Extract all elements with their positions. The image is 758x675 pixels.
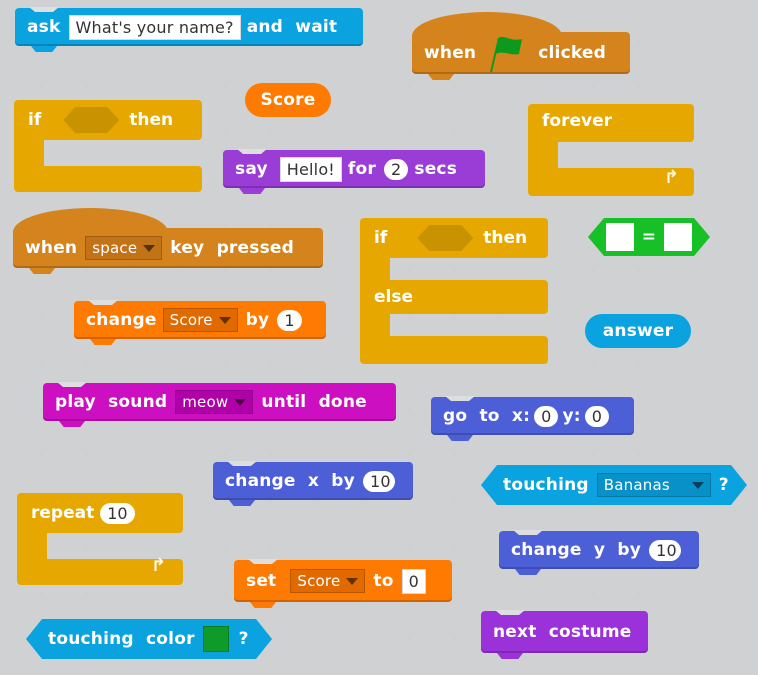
block-label: then [129,110,174,130]
change-x-input[interactable]: 10 [362,470,395,492]
block-label: when [25,238,78,258]
block-label: change x by [225,471,355,491]
dropdown-value: space [92,239,138,257]
block-label: ? [718,475,729,495]
dropdown-arrow-icon [692,482,704,489]
c-block-arm [528,140,558,170]
key-dropdown[interactable]: space [85,236,163,260]
block-label: repeat [31,503,95,523]
change-x-block[interactable]: change x by 10 [213,462,413,500]
score-variable-reporter[interactable]: Score [245,83,331,117]
say-text-input[interactable]: Hello! [279,156,342,182]
block-label: play sound [55,392,168,412]
change-y-block[interactable]: change y by 10 [499,531,699,569]
play-sound-until-done-block[interactable]: play sound meow until done [43,383,396,421]
c-block-arm [360,256,390,282]
block-label: to [373,571,394,591]
answer-reporter[interactable]: answer [585,314,691,348]
y-input[interactable]: 0 [584,405,610,427]
set-value-input[interactable]: 0 [401,568,426,594]
touching-sprite-block[interactable]: touching Bananas ? [481,465,747,505]
ask-question-input[interactable]: What's your name? [68,14,241,40]
sound-dropdown[interactable]: meow [175,390,254,414]
dropdown-arrow-icon [234,398,247,406]
loop-arrow-icon: ↱ [151,555,167,576]
if-else-header: if then [360,218,548,258]
block-label: by [245,310,270,330]
block-label: if [374,228,388,248]
else-section: else [360,280,548,314]
green-flag-icon [486,32,526,74]
block-label: say [235,159,268,179]
block-label: if [28,110,42,130]
variable-dropdown[interactable]: Score [290,569,366,593]
block-label: forever [542,111,612,131]
block-label: key pressed [170,238,294,258]
block-label: answer [602,321,674,341]
dropdown-arrow-icon [143,244,156,252]
say-for-secs-block[interactable]: say Hello! for 2 secs [223,150,485,188]
equals-sign: = [641,227,657,247]
block-label: for [347,159,376,179]
forever-header: forever [528,104,694,142]
color-swatch-input[interactable] [203,626,229,652]
block-label: touching color [48,629,195,649]
dropdown-arrow-icon [346,577,359,585]
block-label: change [86,310,157,330]
condition-slot[interactable] [417,225,473,251]
block-label: touching [503,475,589,495]
c-block-arm [17,531,47,561]
c-block-arm [14,138,44,168]
dropdown-value: Score [297,572,341,590]
if-else-block[interactable]: if then else [360,218,548,368]
dropdown-arrow-icon [218,316,231,324]
block-label: y: [562,406,581,426]
block-label: go to x: [443,406,531,426]
block-label: then [483,228,528,248]
block-label: change y by [511,540,642,560]
block-label: else [374,287,414,307]
if-then-header: if then [14,100,202,140]
c-block-footer [360,336,548,364]
touching-color-block[interactable]: touching color ? [26,619,272,659]
loop-arrow-icon: ↱ [664,167,680,188]
block-label: Score [260,90,316,110]
variable-dropdown[interactable]: Score [162,308,238,332]
ask-and-wait-block[interactable]: ask What's your name? and wait [15,8,363,46]
block-label: secs [414,159,458,179]
when-flag-clicked-block[interactable]: when clicked [412,12,630,74]
forever-block[interactable]: forever ↱ [528,104,694,196]
go-to-xy-block[interactable]: go to x: 0 y: 0 [431,397,634,435]
next-costume-block[interactable]: next costume [481,611,648,653]
dropdown-value: meow [182,393,229,411]
x-input[interactable]: 0 [534,405,559,427]
block-label: and wait [246,17,338,37]
block-label: next costume [493,622,632,642]
block-label: clicked [538,43,607,63]
block-label: when [424,43,477,63]
change-variable-block[interactable]: change Score by 1 [74,301,326,339]
block-label: set [246,571,277,591]
repeat-header: repeat 10 [17,493,183,533]
condition-slot[interactable] [63,107,119,133]
c-block-arm [360,312,390,338]
dropdown-value: Score [169,311,213,329]
c-block-footer [14,166,202,192]
secs-number-input[interactable]: 2 [383,158,409,180]
change-amount-input[interactable]: 1 [277,309,302,331]
dropdown-value: Bananas [603,476,670,494]
block-label: until done [261,392,367,412]
equals-operator-block[interactable]: = [588,218,710,256]
if-then-block[interactable]: if then [14,100,202,196]
repeat-block[interactable]: repeat 10 ↱ [17,493,183,587]
when-key-pressed-block[interactable]: when space key pressed [13,208,323,268]
block-label: ask [27,17,61,37]
block-label: ? [238,629,249,649]
set-variable-block[interactable]: set Score to 0 [234,560,452,602]
change-y-input[interactable]: 10 [649,539,681,561]
left-operand-input[interactable] [606,223,634,251]
repeat-count-input[interactable]: 10 [100,502,135,524]
right-operand-input[interactable] [664,223,692,251]
sprite-dropdown[interactable]: Bananas [597,473,711,497]
